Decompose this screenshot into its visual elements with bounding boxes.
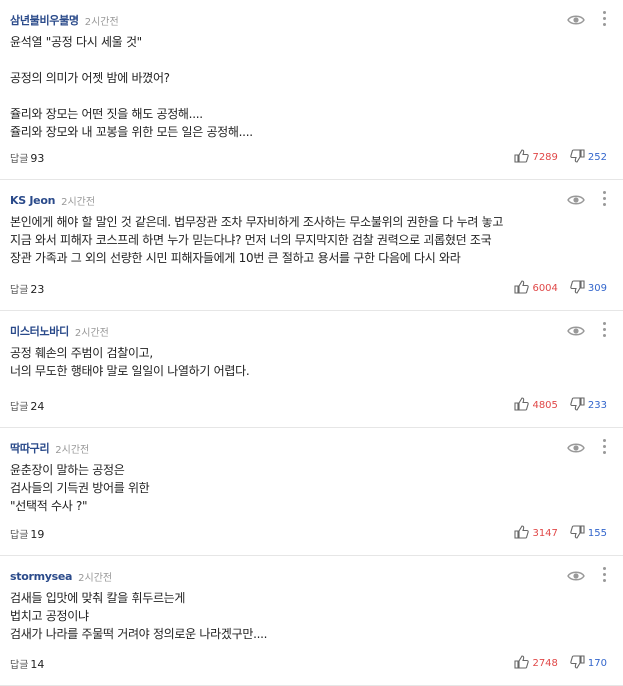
comment-item: 미스터노바디 2시간전 공정 훼손의 주범이 검찰이고, 너의 무도한 행태야 말…: [0, 311, 623, 428]
thumbs-down-icon: [570, 148, 588, 166]
like-button[interactable]: 2748: [514, 654, 558, 672]
comment-line: 윤석열 "공정 다시 세울 것": [10, 35, 142, 49]
eye-icon[interactable]: [567, 568, 585, 582]
reply-button[interactable]: 답글 19: [10, 526, 44, 541]
comment-line: 너의 무도한 행태야 말로 일일이 나열하기 어렵다.: [10, 364, 250, 378]
more-options-icon[interactable]: [603, 191, 607, 207]
dislike-button[interactable]: 309: [570, 279, 607, 297]
comment-time: 2시간전: [78, 572, 113, 584]
thumbs-up-icon: [514, 654, 532, 672]
like-count: 4805: [532, 399, 558, 411]
like-button[interactable]: 6004: [514, 279, 558, 297]
more-options-icon[interactable]: [603, 567, 607, 583]
like-button[interactable]: 4805: [514, 396, 558, 414]
comment-line: 쥴리와 장모와 내 꼬봉을 위한 모든 일은 공정해....: [10, 125, 253, 139]
comment-line: "선택적 수사 ?": [10, 499, 88, 513]
comment-time: 2시간전: [61, 196, 96, 208]
reply-label: 답글: [10, 284, 29, 296]
reply-button[interactable]: 답글 93: [10, 150, 44, 165]
comment-item: KS Jeon 2시간전 본인에게 해야 할 말인 것 같은데. 법무장관 조차…: [0, 180, 623, 311]
more-options-icon[interactable]: [603, 439, 607, 455]
comment-time: 2시간전: [55, 444, 90, 456]
comment-author[interactable]: KS Jeon: [10, 194, 55, 207]
like-count: 6004: [532, 282, 558, 294]
dislike-count: 233: [587, 399, 607, 411]
reply-button[interactable]: 답글 14: [10, 656, 44, 671]
dislike-button[interactable]: 155: [570, 524, 607, 542]
dislike-button[interactable]: 233: [570, 396, 607, 414]
more-options-icon[interactable]: [603, 11, 607, 27]
thumbs-up-icon: [514, 524, 532, 542]
comment-body: 윤춘장이 말하는 공정은검사들의 기득권 방어를 위한 "선택적 수사 ?": [10, 461, 613, 515]
eye-icon[interactable]: [567, 440, 585, 454]
comment-item: 딱따구리 2시간전 윤춘장이 말하는 공정은검사들의 기득권 방어를 위한 "선택…: [0, 428, 623, 556]
reply-label: 답글: [10, 529, 29, 541]
comment-body: 윤석열 "공정 다시 세울 것" 공정의 의미가 어젯 밤에 바꼈어? 쥴리와 장모…: [10, 33, 613, 141]
comment-line: 공정 훼손의 주범이 검찰이고,: [10, 346, 153, 360]
dislike-button[interactable]: 170: [570, 654, 607, 672]
comment-line: 본인에게 해야 할 말인 것 같은데. 법무장관 조차 무자비하게 조사하는 무…: [10, 215, 504, 229]
comment-line: 법치고 공정이냐: [10, 609, 89, 623]
reply-button[interactable]: 답글 23: [10, 281, 44, 296]
comment-line: 공정의 의미가 어젯 밤에 바꼈어?: [10, 71, 170, 85]
comment-author[interactable]: 미스터노바디: [10, 323, 69, 339]
dislike-count: 155: [587, 527, 607, 539]
comment-line: 지금 와서 피해자 코스프레 하면 누가 믿는다냐? 먼저 너의 무지막지한 검…: [10, 233, 492, 247]
thumbs-up-icon: [514, 148, 532, 166]
reply-count: 23: [30, 282, 45, 296]
thumbs-down-icon: [570, 279, 588, 297]
reply-count: 19: [30, 527, 45, 541]
thumbs-down-icon: [570, 654, 588, 672]
comment-body: 본인에게 해야 할 말인 것 같은데. 법무장관 조차 무자비하게 조사하는 무…: [10, 213, 613, 267]
reply-count: 14: [30, 657, 45, 671]
comment-author[interactable]: stormysea: [10, 570, 72, 583]
thumbs-up-icon: [514, 279, 532, 297]
dislike-count: 252: [587, 151, 607, 163]
eye-icon[interactable]: [567, 12, 585, 26]
dislike-button[interactable]: 252: [570, 148, 607, 166]
comment-list: 삼년불비우불명 2시간전 윤석열 "공정 다시 세울 것" 공정의 의미가 어젯 …: [0, 0, 623, 686]
eye-icon[interactable]: [567, 323, 585, 337]
comment-time: 2시간전: [84, 16, 119, 28]
reply-button[interactable]: 답글 24: [10, 398, 44, 413]
comment-body: 검새들 입맛에 맞춰 칼을 휘두르는게법치고 공정이냐검새가 나라를 주물떡 거…: [10, 589, 613, 643]
comment-author[interactable]: 삼년불비우불명: [10, 12, 79, 28]
comment-author[interactable]: 딱따구리: [10, 440, 50, 456]
comment-line: [10, 87, 613, 105]
comment-item: 삼년불비우불명 2시간전 윤석열 "공정 다시 세울 것" 공정의 의미가 어젯 …: [0, 0, 623, 180]
reply-label: 답글: [10, 659, 29, 671]
like-count: 3147: [532, 527, 558, 539]
reply-label: 답글: [10, 153, 29, 165]
dislike-count: 309: [587, 282, 607, 294]
comment-line: 검새들 입맛에 맞춰 칼을 휘두르는게: [10, 591, 186, 605]
like-button[interactable]: 7289: [514, 148, 558, 166]
reply-count: 93: [30, 151, 45, 165]
comment-line: [10, 51, 613, 69]
dislike-count: 170: [587, 657, 607, 669]
reply-label: 답글: [10, 401, 29, 413]
comment-line: 윤춘장이 말하는 공정은: [10, 463, 125, 477]
comment-body: 공정 훼손의 주범이 검찰이고, 너의 무도한 행태야 말로 일일이 나열하기 어…: [10, 344, 613, 380]
thumbs-up-icon: [514, 396, 532, 414]
comment-line: 검사들의 기득권 방어를 위한: [10, 481, 150, 495]
like-count: 2748: [532, 657, 558, 669]
reply-count: 24: [30, 399, 45, 413]
like-count: 7289: [532, 151, 558, 163]
more-options-icon[interactable]: [603, 322, 607, 338]
eye-icon[interactable]: [567, 192, 585, 206]
thumbs-down-icon: [570, 396, 588, 414]
comment-line: 검새가 나라를 주물떡 거려야 정의로운 나라겠구만....: [10, 627, 268, 641]
like-button[interactable]: 3147: [514, 524, 558, 542]
comment-time: 2시간전: [74, 327, 109, 339]
thumbs-down-icon: [570, 524, 588, 542]
comment-line: 쥴리와 장모는 어떤 짓을 해도 공정해....: [10, 107, 203, 121]
comment-item: stormysea 2시간전 검새들 입맛에 맞춰 칼을 휘두르는게법치고 공정…: [0, 556, 623, 686]
comment-line: 장관 가족과 그 외의 선량한 시민 피해자들에게 10번 큰 절하고 용서를 …: [10, 251, 461, 265]
